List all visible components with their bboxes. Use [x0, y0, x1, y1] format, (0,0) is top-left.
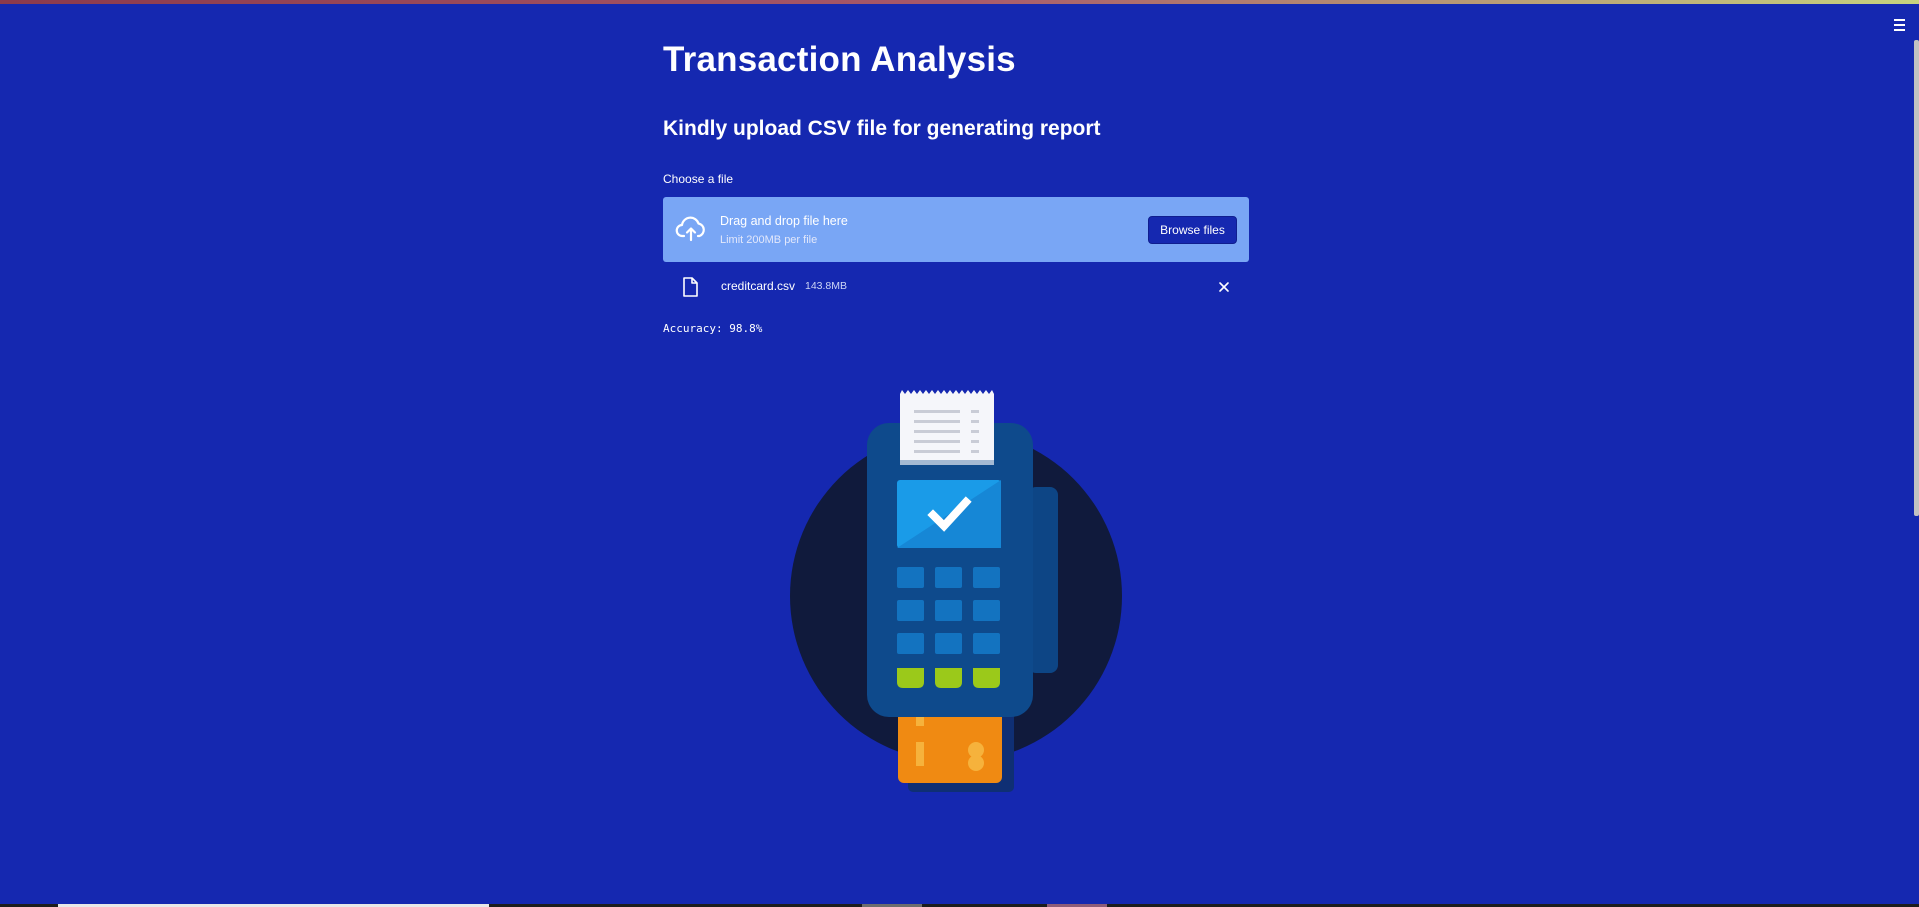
keypad-icon — [897, 567, 1000, 654]
receipt-icon — [900, 390, 994, 465]
page-title: Transaction Analysis — [663, 40, 1016, 79]
receipt-slot — [900, 460, 994, 465]
card-chip-bottom — [968, 755, 984, 771]
payment-terminal-illustration — [790, 390, 1122, 792]
close-icon[interactable] — [1217, 280, 1231, 294]
scrollbar[interactable] — [1914, 40, 1919, 520]
page-subtitle: Kindly upload CSV file for generating re… — [663, 117, 1101, 140]
uploaded-file-item: creditcard.csv 143.8MB — [663, 272, 1249, 302]
dropzone-instructions: Drag and drop file here — [720, 214, 848, 228]
file-uploader-label: Choose a file — [663, 172, 734, 186]
hamburger-menu-icon[interactable] — [1889, 14, 1911, 36]
file-icon — [683, 277, 698, 297]
accuracy-result: Accuracy: 98.8% — [663, 322, 763, 335]
cloud-upload-icon — [675, 216, 705, 242]
dropzone-size-limit: Limit 200MB per file — [720, 234, 818, 246]
browse-files-button[interactable]: Browse files — [1148, 216, 1237, 244]
scrollbar-thumb[interactable] — [1914, 40, 1919, 516]
file-dropzone[interactable]: Drag and drop file here Limit 200MB per … — [663, 197, 1249, 262]
top-decoration-bar — [0, 0, 1919, 4]
uploaded-file-size: 143.8MB — [805, 280, 848, 292]
uploaded-file-name: creditcard.csv — [721, 279, 796, 293]
keypad-action-keys — [897, 668, 1000, 688]
app-page: Transaction Analysis Kindly upload CSV f… — [0, 0, 1919, 907]
card-stripe-bottom — [916, 742, 924, 766]
